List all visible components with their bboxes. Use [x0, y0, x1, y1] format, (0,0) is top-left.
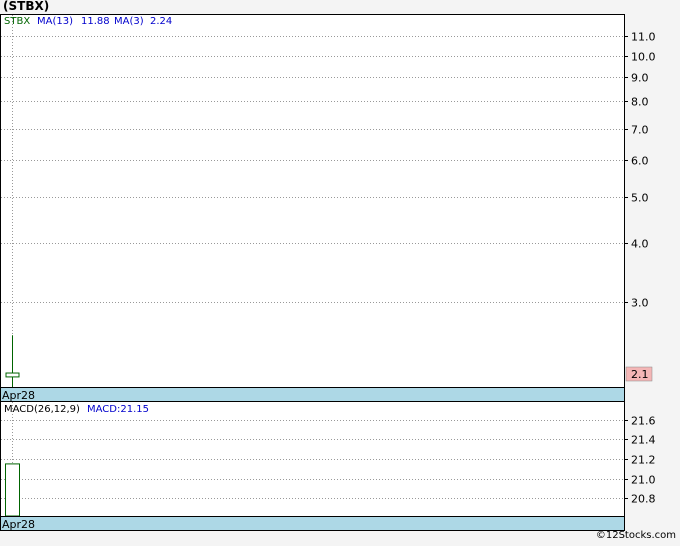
price-tick-label: 8.0 [631, 96, 649, 109]
price-panel [0, 14, 625, 388]
macd-bars [5, 463, 20, 517]
macd-y-axis: 21.6 21.4 21.2 21.0 20.8 [624, 415, 656, 506]
price-ticker-label: STBX [4, 16, 30, 27]
price-date-strip [0, 387, 625, 402]
macd-value-label: MACD:21.15 [87, 404, 149, 415]
last-price-label: 2.1 [631, 368, 649, 381]
macd-tick-label: 21.4 [631, 434, 656, 447]
price-candle-body [5, 372, 20, 378]
price-y-axis: 11.0 10.0 9.0 8.0 7.0 6.0 5.0 4.0 3.0 [624, 31, 656, 310]
macd-date-strip [0, 516, 625, 531]
ma13-label: MA(13) [37, 16, 73, 27]
price-tick-label: 7.0 [631, 124, 649, 137]
price-tick-label: 10.0 [631, 51, 656, 64]
ma3-value: 2.24 [150, 16, 172, 27]
macd-tick-label: 20.8 [631, 493, 656, 506]
price-tick-label: 9.0 [631, 72, 649, 85]
price-tick-label: 4.0 [631, 238, 649, 251]
ma3-label: MA(3) [114, 16, 144, 27]
macd-bar [5, 463, 20, 517]
price-tick-label: 5.0 [631, 192, 649, 205]
ma13-value: 11.88 [81, 16, 110, 27]
price-tick-label: 6.0 [631, 155, 649, 168]
chart-canvas: 11.0 10.0 9.0 8.0 7.0 6.0 5.0 4.0 3.0 STBX MA(13… [0, 14, 656, 531]
macd-date-label: Apr28 [2, 518, 35, 531]
macd-tick-label: 21.6 [631, 415, 656, 428]
price-date-label: Apr28 [2, 389, 35, 402]
macd-tick-label: 21.0 [631, 474, 656, 487]
footer-copyright: ©12Stocks.com [595, 530, 676, 541]
last-price-tag: 2.1 [625, 366, 653, 382]
macd-label: MACD(26,12,9) [4, 404, 80, 415]
price-tick-label: 3.0 [631, 297, 649, 310]
macd-tick-label: 21.2 [631, 454, 656, 467]
price-tick-label: 11.0 [631, 31, 656, 44]
